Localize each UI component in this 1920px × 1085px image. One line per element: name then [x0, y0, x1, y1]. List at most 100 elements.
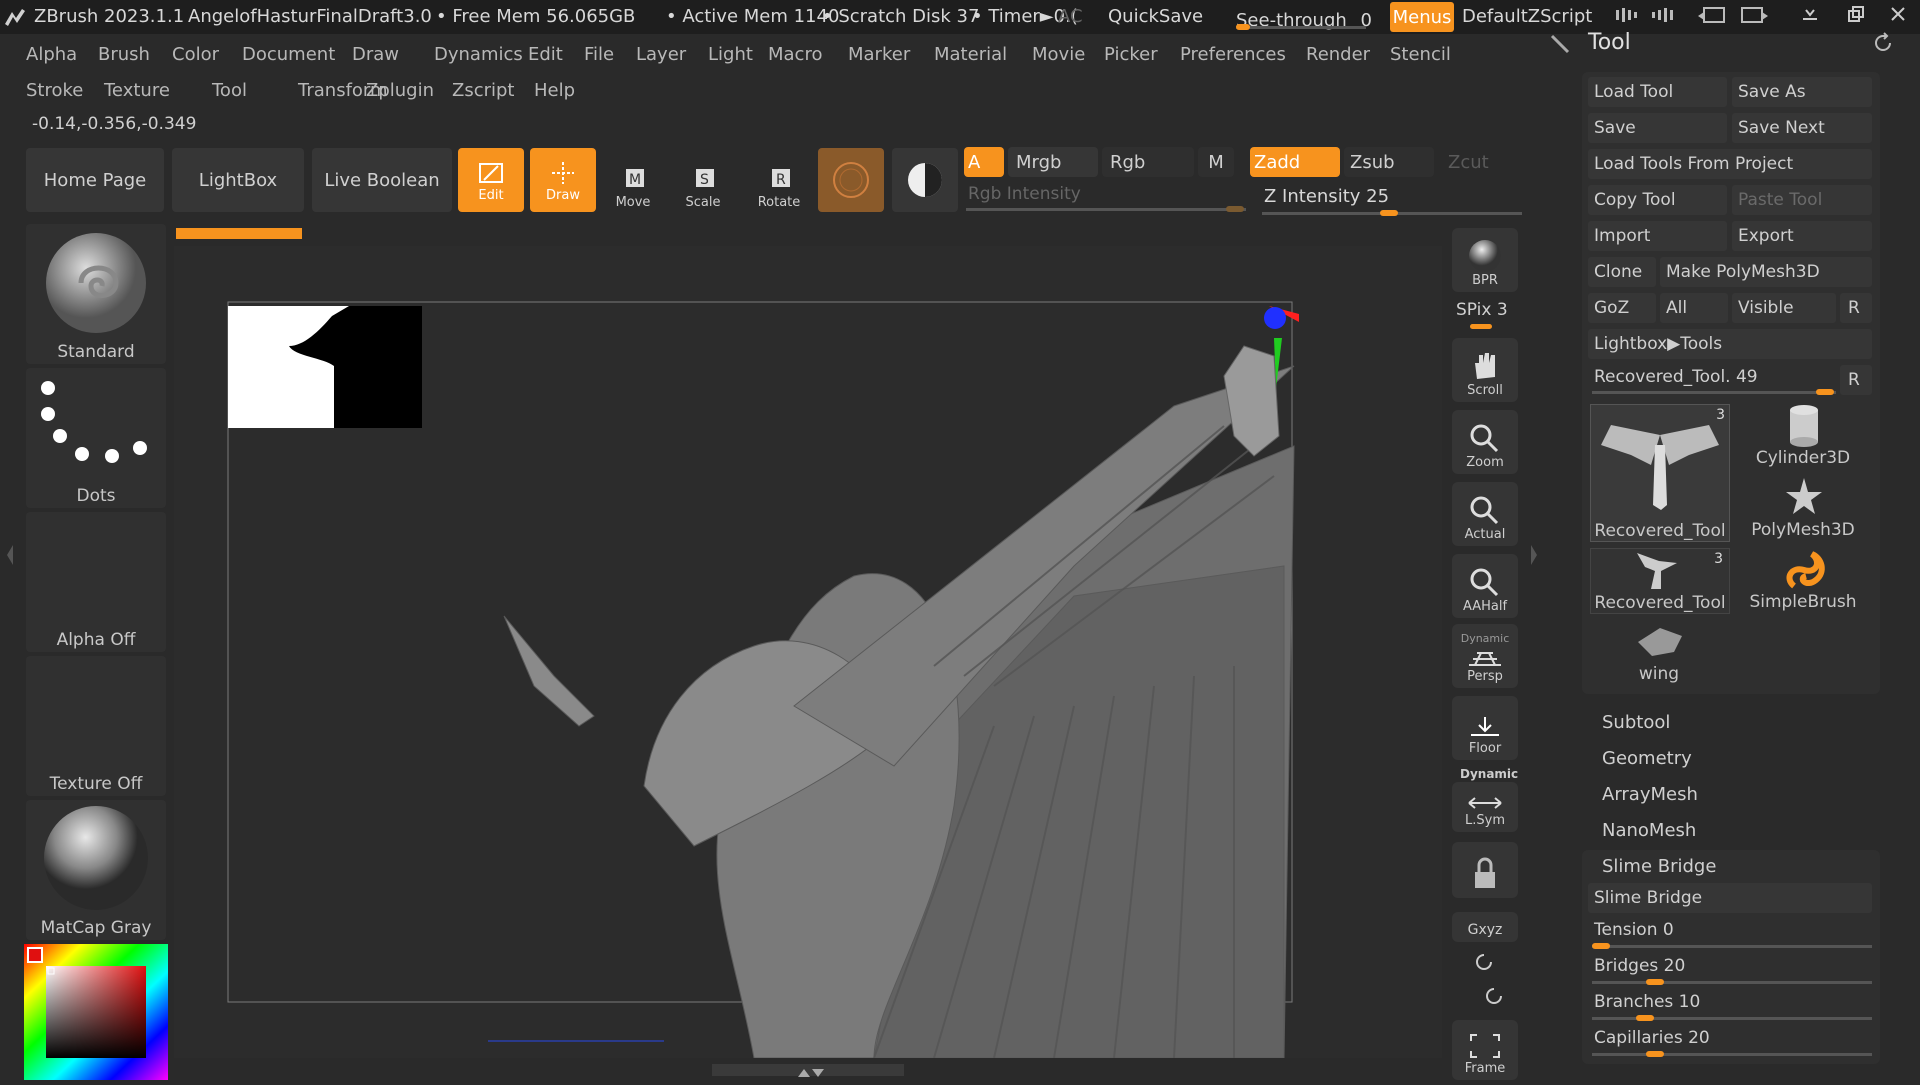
bpr-button[interactable]: BPR — [1452, 228, 1518, 292]
z-intensity-knob[interactable] — [1380, 210, 1398, 216]
lock-button[interactable] — [1452, 842, 1518, 898]
zsub-toggle[interactable]: Zsub — [1344, 147, 1434, 177]
tool-thumb-simplebrush[interactable]: SimpleBrush — [1734, 548, 1872, 612]
menu-file[interactable]: File — [584, 44, 614, 65]
home-page-button[interactable]: Home Page — [26, 148, 164, 212]
menu-preferences[interactable]: Preferences — [1180, 44, 1286, 65]
material-toggle-button[interactable] — [892, 148, 958, 212]
tool-thumb-polymesh3d[interactable]: PolyMesh3D — [1734, 476, 1872, 540]
menu-color[interactable]: Color — [172, 44, 219, 65]
material-tile[interactable]: MatCap Gray — [26, 800, 166, 940]
menu-render[interactable]: Render — [1306, 44, 1370, 65]
ui-layout-alt-icon[interactable] — [1738, 4, 1772, 33]
load-tool-button[interactable]: Load Tool — [1588, 77, 1727, 107]
tool-thumb-recovered-2[interactable]: 3 Recovered_Tool — [1590, 548, 1730, 614]
model-viewport[interactable] — [174, 246, 1442, 1059]
save-as-button[interactable]: Save As — [1732, 77, 1872, 107]
tool-thumb-recovered-1[interactable]: 3 Recovered_Tool — [1590, 404, 1730, 542]
menu-macro[interactable]: Macro — [768, 44, 822, 65]
floor-button[interactable]: Floor — [1452, 696, 1518, 760]
lightbox-tools-button[interactable]: Lightbox▶Tools — [1588, 329, 1872, 359]
menu-texture[interactable]: Texture — [104, 80, 170, 101]
bridges-slider-knob[interactable] — [1646, 979, 1664, 985]
arraymesh-section[interactable]: ArrayMesh — [1602, 784, 1698, 805]
see-through-knob[interactable] — [1236, 24, 1250, 30]
menu-brush[interactable]: Brush — [98, 44, 150, 65]
m-toggle[interactable]: M — [1198, 147, 1234, 177]
left-collapse-arrow-icon[interactable] — [6, 540, 14, 570]
make-polymesh3d-button[interactable]: Make PolyMesh3D — [1660, 257, 1872, 287]
import-button[interactable]: Import — [1588, 221, 1727, 251]
material-sphere-button[interactable] — [818, 148, 884, 212]
capillaries-slider-knob[interactable] — [1646, 1051, 1664, 1057]
geometry-section[interactable]: Geometry — [1602, 748, 1692, 769]
branches-slider-knob[interactable] — [1636, 1015, 1654, 1021]
zadd-toggle[interactable]: Zadd — [1250, 147, 1340, 177]
ui-layout-icon[interactable] — [1696, 4, 1730, 33]
orientation-gizmo[interactable] — [1223, 306, 1299, 457]
tension-slider-knob[interactable] — [1592, 943, 1610, 949]
menu-layer[interactable]: Layer — [636, 44, 686, 65]
actual-button[interactable]: Actual — [1452, 482, 1518, 546]
menu-zscript[interactable]: Zscript — [452, 80, 515, 101]
move-button[interactable]: M Move — [604, 152, 662, 210]
persp-button[interactable]: Dynamic Persp — [1452, 624, 1518, 688]
menu-dynamics[interactable]: Dynamics — [434, 44, 523, 65]
minimize-icon[interactable] — [1800, 4, 1820, 31]
goz-visible-button[interactable]: Visible — [1732, 293, 1836, 323]
rotate-z-icon[interactable] — [1484, 986, 1504, 1011]
goz-r-button[interactable]: R — [1840, 293, 1872, 323]
menu-edit[interactable]: Edit — [528, 44, 563, 65]
goz-button[interactable]: GoZ — [1588, 293, 1656, 323]
default-zscript-button[interactable]: DefaultZScript — [1462, 6, 1592, 27]
rotate-button[interactable]: R Rotate — [750, 152, 808, 210]
brush-tile[interactable]: Standard — [26, 224, 166, 364]
live-boolean-button[interactable]: Live Boolean — [312, 148, 452, 212]
draw-mode-button[interactable]: Draw — [530, 148, 596, 212]
paste-tool-button[interactable]: Paste Tool — [1732, 185, 1872, 215]
menu-stencil[interactable]: Stencil — [1390, 44, 1451, 65]
menu-movie[interactable]: Movie — [1032, 44, 1085, 65]
goz-all-button[interactable]: All — [1660, 293, 1728, 323]
rotate-y-icon[interactable] — [1474, 952, 1494, 977]
zcut-toggle[interactable]: Zcut — [1448, 152, 1489, 173]
mrgb-toggle[interactable]: Mrgb — [1008, 147, 1098, 177]
slime-bridge-section[interactable]: Slime Bridge — [1602, 856, 1716, 877]
aahalf-button[interactable]: AAHalf — [1452, 554, 1518, 618]
clone-button[interactable]: Clone — [1588, 257, 1656, 287]
bottom-expand-icon[interactable] — [792, 1064, 828, 1084]
rgb-toggle[interactable]: Rgb — [1102, 147, 1194, 177]
stroke-tile[interactable]: Dots — [26, 368, 166, 508]
panel-reset-icon[interactable] — [1872, 32, 1894, 59]
frame-button[interactable]: Frame — [1452, 1020, 1518, 1080]
menu-zplugin[interactable]: Zplugin — [366, 80, 434, 101]
menu-document[interactable]: Document — [242, 44, 335, 65]
a-channel-toggle[interactable]: A — [964, 147, 1004, 177]
lightbox-button[interactable]: LightBox — [172, 148, 304, 212]
menu-alpha[interactable]: Alpha — [26, 44, 77, 65]
quicksave-button[interactable]: QuickSave — [1108, 6, 1203, 27]
menu-help[interactable]: Help — [534, 80, 575, 101]
edit-mode-button[interactable]: Edit — [458, 148, 524, 212]
see-through-slider[interactable]: See-through 0 — [1236, 4, 1372, 31]
scale-button[interactable]: S Scale — [674, 152, 732, 210]
menu-picker[interactable]: Picker — [1104, 44, 1158, 65]
export-button[interactable]: Export — [1732, 221, 1872, 251]
menu-stroke[interactable]: Stroke — [26, 80, 83, 101]
lsym-button[interactable]: L.Sym — [1452, 782, 1518, 832]
menu-tool[interactable]: Tool — [212, 80, 247, 101]
layout-prev-icon[interactable] — [1612, 4, 1642, 31]
scroll-button[interactable]: Scroll — [1452, 338, 1518, 402]
right-collapse-arrow-icon[interactable] — [1530, 540, 1538, 575]
menu-material[interactable]: Material — [934, 44, 1007, 65]
restore-icon[interactable] — [1846, 4, 1866, 31]
load-tools-from-project-button[interactable]: Load Tools From Project — [1588, 149, 1872, 179]
save-next-button[interactable]: Save Next — [1732, 113, 1872, 143]
menu-marker[interactable]: Marker — [848, 44, 910, 65]
save-button[interactable]: Save — [1588, 113, 1727, 143]
recovered-tool-slider-knob[interactable] — [1816, 389, 1834, 395]
menu-light[interactable]: Light — [708, 44, 753, 65]
spix-knob[interactable] — [1470, 324, 1492, 329]
menu-draw[interactable]: Draw — [352, 44, 399, 65]
alpha-tile[interactable]: Alpha Off — [26, 512, 166, 652]
